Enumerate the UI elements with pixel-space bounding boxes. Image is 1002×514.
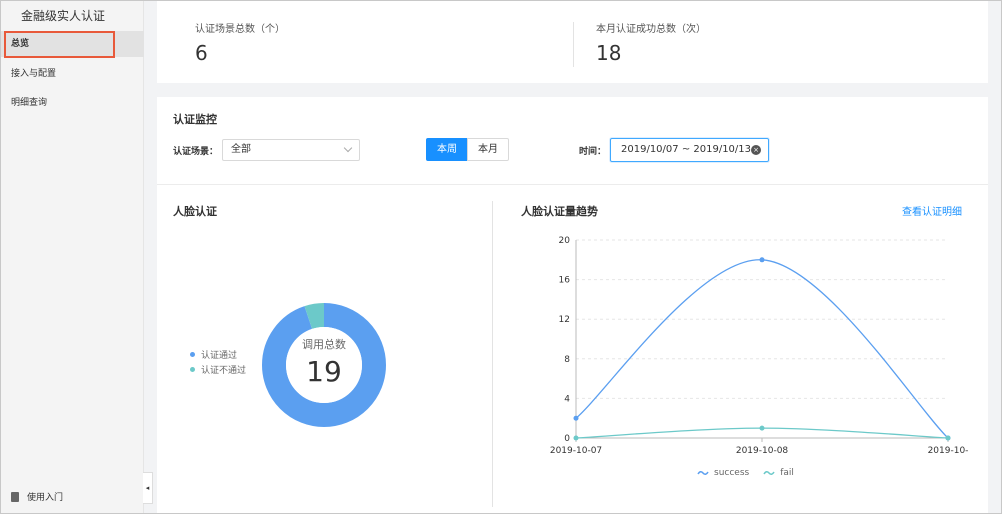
app-title: 金融级实人认证 <box>21 9 106 23</box>
time-filter-label: 时间： <box>579 147 607 157</box>
y-tick-label: 8 <box>564 355 570 365</box>
face-auth-title: 人脸认证 <box>173 205 217 218</box>
document-icon <box>11 491 19 502</box>
divider <box>157 184 988 185</box>
data-point-fail[interactable] <box>573 435 579 441</box>
legend-item-success[interactable]: success <box>697 468 749 478</box>
clear-icon[interactable]: × <box>751 145 761 155</box>
date-range-picker[interactable]: 2019/10/07 ~ 2019/10/13 × <box>610 138 769 162</box>
stat-month-success: 本月认证成功总数（次） 18 <box>596 20 706 65</box>
getting-started-label: 使用入门 <box>27 493 64 503</box>
scene-filter-label: 认证场景： <box>173 147 219 157</box>
trend-line-chart: 0 4 8 12 16 20 2019-10-07 2019-10-08 2019-10- <box>550 236 969 456</box>
legend-item-fail[interactable]: 认证不通过 <box>190 363 246 376</box>
sidebar-item-integration[interactable]: 接入与配置 <box>1 61 144 87</box>
legend-dot <box>190 352 195 357</box>
legend-item-fail[interactable]: fail <box>763 468 794 478</box>
wave-icon <box>697 470 709 476</box>
view-details-link[interactable]: 查看认证明细 <box>902 203 962 218</box>
tab-this-month[interactable]: 本月 <box>467 138 509 161</box>
data-point-success[interactable] <box>573 415 579 421</box>
data-point-fail[interactable] <box>759 425 765 431</box>
divider <box>492 201 493 507</box>
getting-started-link[interactable]: 使用入门 <box>11 490 63 503</box>
legend-label: 认证不通过 <box>201 366 247 376</box>
highlight-box <box>4 31 115 58</box>
stat-label: 本月认证成功总数（次） <box>596 24 706 35</box>
sidebar-collapse-button[interactable]: ◂ <box>143 472 153 504</box>
panel-title: 认证监控 <box>173 113 217 126</box>
y-tick-label: 4 <box>564 394 570 404</box>
series-line-success <box>575 259 949 439</box>
divider <box>573 22 574 67</box>
x-tick-label: 2019-10- <box>928 446 969 456</box>
y-tick-label: 20 <box>559 236 571 246</box>
donut-center-value: 19 <box>306 355 342 388</box>
legend-label: success <box>714 468 750 478</box>
trend-title: 人脸认证量趋势 <box>521 205 598 218</box>
stat-scene-total: 认证场景总数（个） 6 <box>195 20 285 65</box>
legend-label: fail <box>780 468 794 478</box>
stat-value: 18 <box>596 41 622 65</box>
x-tick-label: 2019-10-07 <box>550 446 602 456</box>
chevron-down-icon <box>343 143 353 153</box>
sidebar-item-details[interactable]: 明细查询 <box>1 90 144 116</box>
legend-label: 认证通过 <box>201 351 238 361</box>
y-tick-label: 16 <box>559 276 571 286</box>
data-point-fail[interactable] <box>945 435 951 441</box>
legend-dot <box>190 367 195 372</box>
legend-item-pass[interactable]: 认证通过 <box>190 348 237 361</box>
scene-select[interactable]: 全部 <box>222 139 360 161</box>
stat-value: 6 <box>195 41 208 65</box>
donut-center-label: 调用总数 <box>302 338 346 351</box>
sidebar: 金融级实人认证 总览 接入与配置 明细查询 使用入门 <box>1 1 144 513</box>
scene-select-value: 全部 <box>231 144 251 155</box>
tab-this-week[interactable]: 本周 <box>426 138 468 161</box>
chart-legend: success fail <box>697 468 794 478</box>
stats-card: 认证场景总数（个） 6 本月认证成功总数（次） 18 <box>157 0 988 83</box>
stat-label: 认证场景总数（个） <box>195 24 285 35</box>
y-tick-label: 12 <box>559 315 570 325</box>
x-tick-label: 2019-10-08 <box>736 446 789 456</box>
date-range-value: 2019/10/07 ~ 2019/10/13 <box>621 144 752 155</box>
wave-icon <box>763 470 775 476</box>
y-tick-label: 0 <box>564 434 570 444</box>
data-point-success[interactable] <box>759 257 765 263</box>
